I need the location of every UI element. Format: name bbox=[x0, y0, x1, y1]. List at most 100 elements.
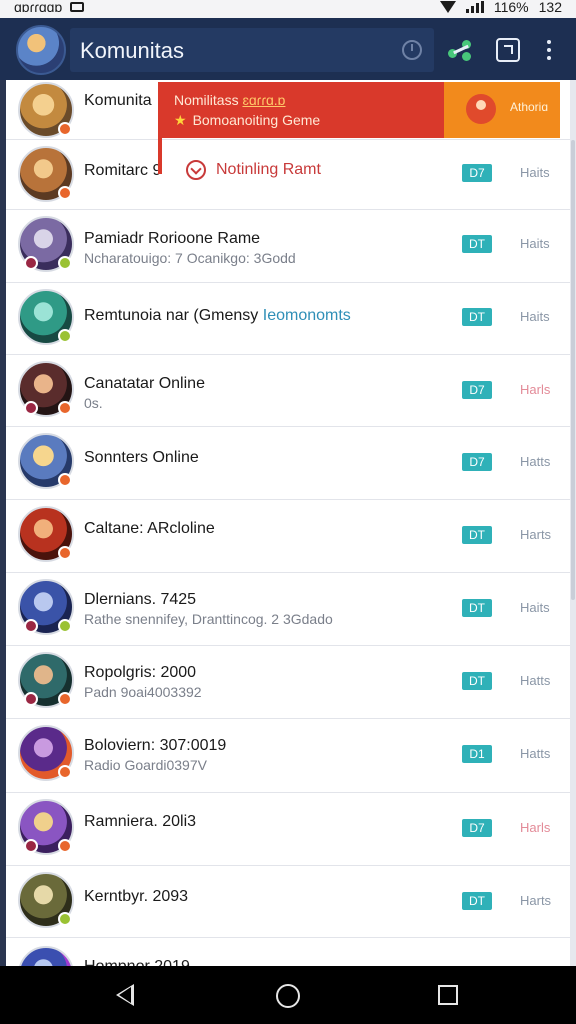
action-link[interactable]: Haits bbox=[520, 236, 550, 251]
battery-text: 116% bbox=[493, 0, 529, 15]
item-subtitle: Radio Goardi0397V bbox=[84, 757, 207, 773]
avatar bbox=[18, 289, 74, 345]
recents-icon[interactable] bbox=[438, 985, 458, 1005]
status-left-text: ɑɒɾɾɑɑɒ bbox=[14, 0, 63, 15]
avatar bbox=[18, 433, 74, 489]
status-dot bbox=[58, 256, 72, 270]
notification-icon bbox=[70, 2, 85, 12]
page-title: Komunitas bbox=[80, 38, 184, 63]
status-dot bbox=[58, 692, 72, 706]
status-badge: D1 bbox=[462, 745, 492, 763]
action-link[interactable]: Haits bbox=[520, 600, 550, 615]
screen-icon[interactable] bbox=[496, 38, 520, 62]
status-bar: ɑɒɾɾɑɑɒ 116% 132 bbox=[0, 0, 576, 18]
item-subtitle: 0s. bbox=[84, 395, 103, 411]
clock-icon[interactable] bbox=[402, 40, 422, 60]
item-name: Caltane: ARcloline bbox=[84, 520, 215, 537]
wifi-icon bbox=[439, 1, 456, 13]
profile-label: Athoriɑ bbox=[510, 100, 549, 114]
item-name: Hompnor 2019 bbox=[84, 958, 190, 966]
avatar bbox=[18, 579, 74, 635]
community-list: Komunita Romitarc 9 D7 Haits Pamiadr Ror… bbox=[6, 80, 570, 966]
home-icon[interactable] bbox=[276, 984, 300, 1008]
more-vert-icon[interactable] bbox=[540, 38, 564, 62]
list-item[interactable]: Pamiadr Rorioone Rame Ncharatouigo: 7 Oc… bbox=[6, 210, 570, 283]
status-dot bbox=[58, 122, 72, 136]
avatar bbox=[18, 799, 74, 855]
status-dot bbox=[58, 619, 72, 633]
chevron-down-icon bbox=[186, 160, 206, 180]
star-icon: ★ bbox=[174, 112, 187, 128]
status-dot bbox=[58, 546, 72, 560]
action-link[interactable]: Hatts bbox=[520, 673, 550, 688]
community-popup[interactable]: Nomilitass ɛɑɾɾɑ.ɒ ★ Bomoanoiting Geme bbox=[158, 82, 444, 138]
avatar bbox=[18, 506, 74, 562]
scrollbar[interactable] bbox=[570, 80, 576, 966]
share-icon[interactable] bbox=[448, 38, 472, 62]
item-name: Pamiadr Rorioone Rame bbox=[84, 230, 261, 247]
list-item[interactable]: Canatatar Online 0s. D7 Harls bbox=[6, 355, 570, 427]
list-item[interactable]: Remtunoia nar (Gmensy Ieomonomts DT Hait… bbox=[6, 283, 570, 355]
status-dot bbox=[58, 186, 72, 200]
popup-subtitle: ★ Bomoanoiting Geme bbox=[174, 112, 321, 128]
status-badge: D7 bbox=[462, 819, 492, 837]
avatar bbox=[18, 872, 74, 928]
status-badge: DT bbox=[462, 892, 492, 910]
item-name: Dlernians. 7425 bbox=[84, 591, 197, 608]
status-dot bbox=[58, 839, 72, 853]
list-item[interactable]: Ropolgris: 2000 Padn 9oai4003392 DT Hatt… bbox=[6, 646, 570, 719]
profile-tile[interactable]: Athoriɑ bbox=[444, 82, 560, 138]
item-name: Ropolgris: 2000 bbox=[84, 664, 197, 681]
app-logo-avatar[interactable] bbox=[16, 25, 66, 75]
status-dot bbox=[58, 473, 72, 487]
item-name: Remtunoia nar (Gmensy Ieomonomts bbox=[84, 307, 351, 324]
status-dot bbox=[24, 619, 38, 633]
status-badge: DT bbox=[462, 235, 492, 253]
title-box[interactable]: Komunitas bbox=[70, 28, 434, 72]
action-link[interactable]: Hatts bbox=[520, 454, 550, 469]
popup-pointer bbox=[158, 138, 162, 174]
status-badge: DT bbox=[462, 526, 492, 544]
avatar bbox=[18, 725, 74, 781]
popup-title: Nomilitass ɛɑɾɾɑ.ɒ bbox=[174, 92, 286, 108]
action-link[interactable]: Haits bbox=[520, 309, 550, 324]
action-link[interactable]: Harts bbox=[520, 893, 551, 908]
status-badge: DT bbox=[462, 599, 492, 617]
action-link[interactable]: Haits bbox=[520, 165, 550, 180]
list-item[interactable]: Caltane: ARcloline DT Harts bbox=[6, 500, 570, 573]
action-link[interactable]: Harls bbox=[520, 382, 550, 397]
notification-row[interactable]: Notinling Ramt bbox=[186, 160, 321, 180]
status-dot bbox=[24, 256, 38, 270]
notification-text: Notinling Ramt bbox=[216, 161, 321, 178]
list-item[interactable]: Ramniera. 20li3 D7 Harls bbox=[6, 793, 570, 866]
list-item[interactable]: Boloviern: 307:0019 Radio Goardi0397V D1… bbox=[6, 719, 570, 793]
list-item[interactable]: Dlernians. 7425 Rathe snennifey, Drantti… bbox=[6, 573, 570, 646]
status-dot bbox=[58, 912, 72, 926]
status-dot bbox=[58, 329, 72, 343]
item-name: Sonnters Online bbox=[84, 449, 199, 466]
status-badge: D7 bbox=[462, 164, 492, 182]
status-dot bbox=[58, 765, 72, 779]
status-dot bbox=[58, 401, 72, 415]
item-name: Komunita bbox=[84, 92, 152, 109]
avatar bbox=[18, 361, 74, 417]
back-icon[interactable] bbox=[116, 984, 134, 1006]
popup-link[interactable]: ɛɑɾɾɑ.ɒ bbox=[242, 92, 285, 108]
list-item[interactable]: Kerntbyr. 2093 DT Harts bbox=[6, 866, 570, 938]
action-link[interactable]: Hatts bbox=[520, 746, 550, 761]
status-dot bbox=[24, 692, 38, 706]
signal-icon bbox=[465, 1, 484, 13]
list-item[interactable]: Sonnters Online D7 Hatts bbox=[6, 427, 570, 500]
item-name-link[interactable]: Ieomonomts bbox=[263, 307, 351, 324]
app-bar: Komunitas bbox=[0, 18, 576, 80]
item-name: Canatatar Online bbox=[84, 375, 205, 392]
status-dot bbox=[24, 401, 38, 415]
item-name: Ramniera. 20li3 bbox=[84, 813, 197, 830]
action-link[interactable]: Harls bbox=[520, 820, 550, 835]
scrollbar-thumb[interactable] bbox=[571, 140, 575, 600]
list-item[interactable]: Hompnor 2019 bbox=[6, 938, 570, 966]
item-subtitle: Rathe snennifey, Dranttincog. 2 3Gdado bbox=[84, 611, 333, 627]
status-dot bbox=[24, 839, 38, 853]
avatar bbox=[18, 652, 74, 708]
action-link[interactable]: Harts bbox=[520, 527, 551, 542]
